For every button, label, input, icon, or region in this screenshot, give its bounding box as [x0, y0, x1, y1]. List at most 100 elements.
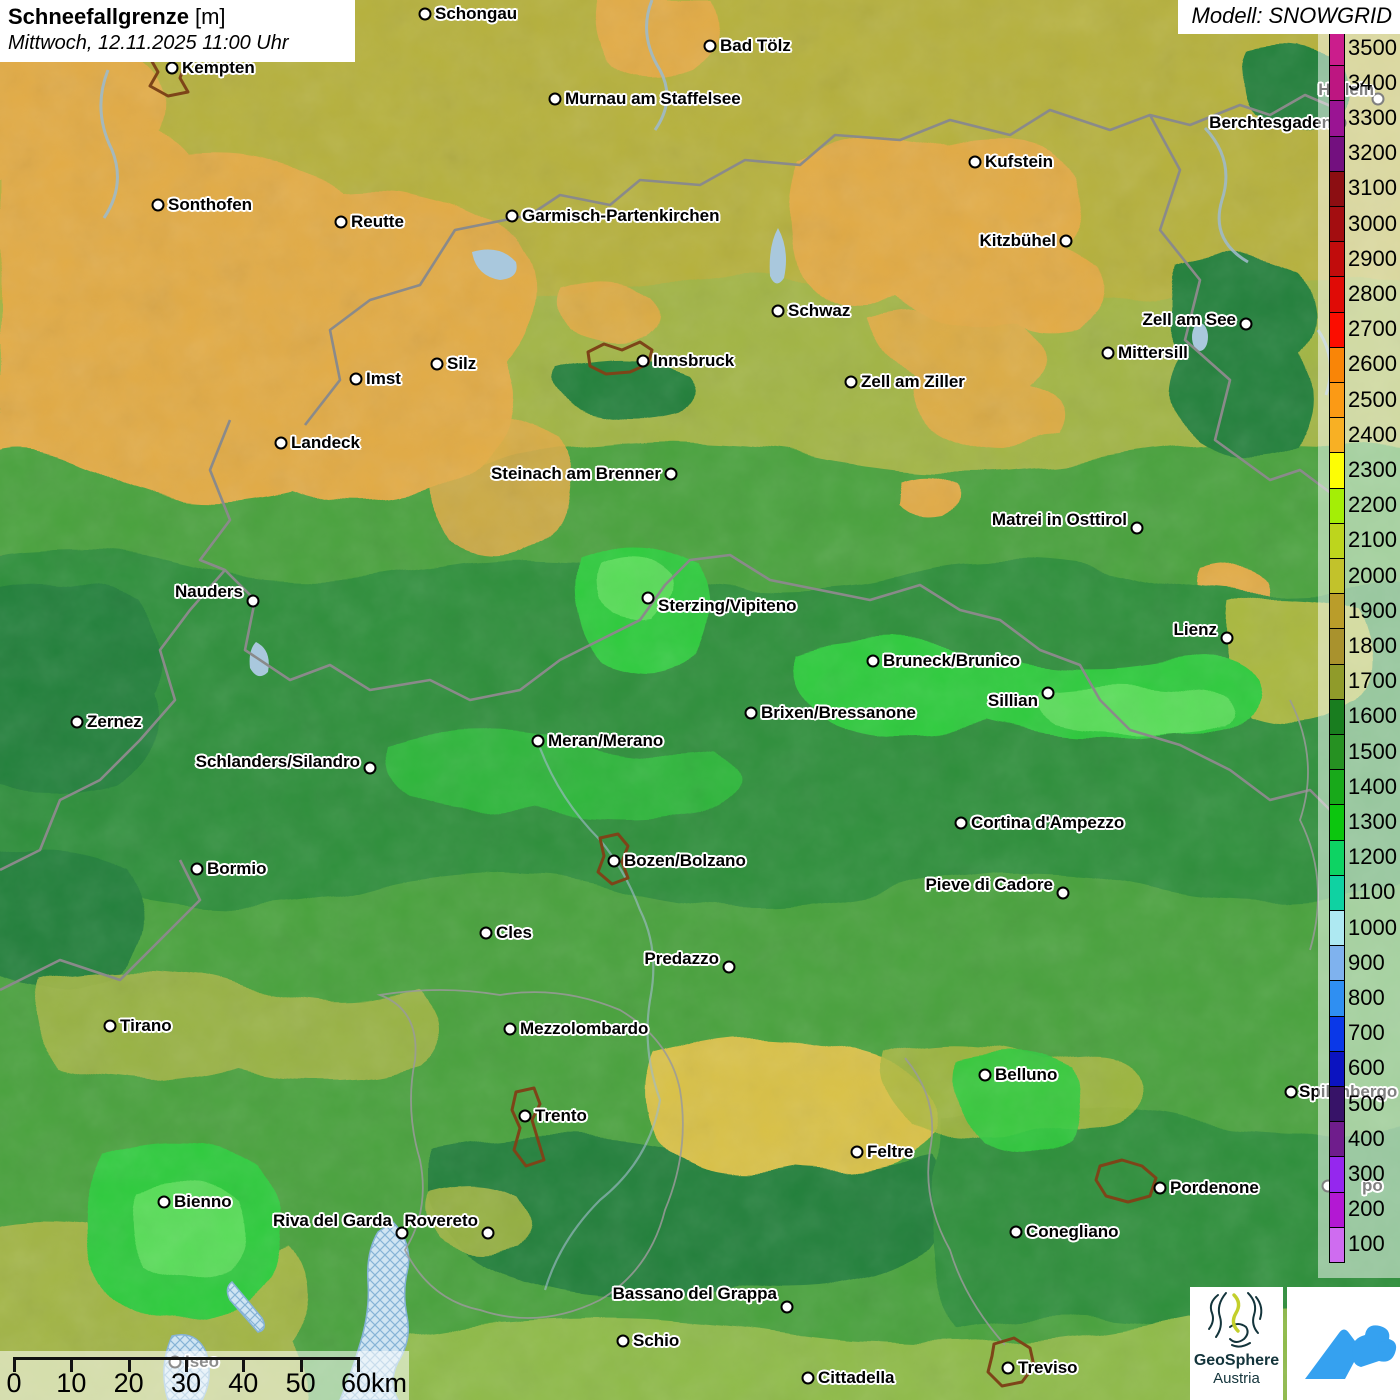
city-dot-rovereto: [481, 1226, 495, 1240]
city-markers-layer: Schongau Bad Tölz Kempten Murnau am Staffel…: [0, 0, 1400, 1400]
city-dot-trento: [518, 1109, 532, 1123]
city-label-garmisch-partenkirchen: Garmisch-Partenkirchen: [522, 206, 720, 225]
city-dot-zernez: [70, 715, 84, 729]
city-dot-zell-am-see: [1239, 317, 1253, 331]
legend-swatch: [1329, 206, 1345, 243]
city-dot-imst: [349, 372, 363, 386]
city-dot-bozen-bolzano: [607, 854, 621, 868]
city-dot-zell-am-ziller: [844, 375, 858, 389]
city-label-brixen-bressanone: Brixen/Bressanone: [761, 703, 916, 722]
city-label-imst: Imst: [366, 369, 401, 388]
city-dot-kufstein: [968, 155, 982, 169]
city-label-pieve-di-cadore: Pieve di Cadore: [925, 875, 1053, 894]
city-dot-feltre: [850, 1145, 864, 1159]
scalebar-label: 20: [113, 1368, 144, 1398]
legend-tick-label: 2200: [1348, 492, 1397, 518]
city-dot-sterzing-vipiteno: [641, 591, 655, 605]
city-label-steinach-am-brenner: Steinach am Brenner: [490, 464, 661, 483]
city-dot-schwaz: [771, 304, 785, 318]
legend-tick-label: 1400: [1348, 773, 1397, 799]
legend-tick-label: 1900: [1348, 597, 1397, 623]
city-dot-spilimbergo: [1284, 1085, 1298, 1099]
city-dot-mezzolombardo: [503, 1022, 517, 1036]
legend-swatch: [1329, 663, 1345, 700]
legend-tick-label: 3400: [1348, 69, 1397, 95]
legend-swatch: [1329, 769, 1345, 806]
city-label-feltre: Feltre: [867, 1142, 914, 1161]
city-label-pordenone: Pordenone: [1170, 1178, 1259, 1197]
city-dot-murnau-am-staffelsee: [548, 92, 562, 106]
city-dot-schongau: [418, 7, 432, 21]
city-label-riva-del-garda: Riva del Garda: [272, 1211, 392, 1230]
scalebar-label: 10: [56, 1368, 87, 1398]
city-label-belluno: Belluno: [995, 1065, 1058, 1084]
city-dot-treviso: [1001, 1361, 1015, 1375]
scalebar-label: 50: [285, 1368, 316, 1398]
geosphere-logo: GeoSphere Austria: [1190, 1287, 1283, 1400]
city-dot-sonthofen: [151, 198, 165, 212]
distance-scalebar: 0 10 20 30 40 50 60km: [0, 1351, 409, 1400]
legend-swatch: [1329, 628, 1345, 665]
city-label-nauders: Nauders: [174, 582, 243, 601]
weather-map-page: Schongau Bad Tölz Kempten Murnau am Staffel…: [0, 0, 1400, 1400]
mountain-cloud-icon: [1305, 1325, 1397, 1379]
city-dot-belluno: [978, 1068, 992, 1082]
legend-swatch: [1329, 276, 1345, 313]
legend-swatch: [1329, 804, 1345, 841]
city-dot-steinach-am-brenner: [664, 467, 678, 481]
legend-swatch: [1329, 382, 1345, 419]
legend-tick-label: 2300: [1348, 457, 1397, 482]
city-label-kufstein: Kufstein: [985, 152, 1053, 171]
scalebar-label: 40: [228, 1368, 259, 1398]
legend-tick-label: 2700: [1348, 316, 1397, 342]
page-title: Schneefallgrenze [m]: [8, 4, 226, 29]
legend-swatch: [1329, 1015, 1345, 1052]
legend-swatch: [1329, 698, 1345, 735]
city-label-rovereto: Rovereto: [404, 1211, 478, 1230]
legend-tick-label: 600: [1348, 1055, 1385, 1081]
legend-tick-label: 700: [1348, 1020, 1385, 1046]
legend-swatch: [1329, 945, 1345, 982]
city-dot-bad-t-lz: [703, 39, 717, 53]
legend-tick-label: 3200: [1348, 140, 1397, 166]
city-label-sterzing-vipiteno: Sterzing/Vipiteno: [658, 596, 797, 615]
city-label-innsbruck: Innsbruck: [653, 351, 735, 370]
title-box: Schneefallgrenze [m] Mittwoch, 12.11.2025…: [0, 0, 355, 62]
legend-tick-label: 2100: [1348, 527, 1397, 553]
city-dot-reutte: [334, 215, 348, 229]
legend-tick-label: 900: [1348, 949, 1385, 975]
legend-tick-label: 2400: [1348, 421, 1397, 447]
city-label-bruneck-brunico: Bruneck/Brunico: [883, 651, 1020, 670]
legend-tick-label: 1500: [1348, 738, 1397, 764]
legend-tick-label: 1100: [1348, 879, 1396, 905]
legend-tick-label: 2800: [1348, 281, 1397, 306]
city-label-berchtesgaden: Berchtesgaden: [1209, 113, 1332, 132]
city-label-zell-am-see: Zell am See: [1142, 310, 1236, 329]
legend-swatch: [1329, 593, 1345, 630]
city-dot-brixen-bressanone: [744, 706, 758, 720]
city-label-zernez: Zernez: [87, 712, 142, 731]
city-label-cortina-d-ampezzo: Cortina d'Ampezzo: [971, 813, 1125, 832]
city-label-schio: Schio: [633, 1331, 680, 1350]
city-dot-tirano: [103, 1019, 117, 1033]
legend-swatch: [1329, 839, 1345, 876]
city-label-bad-t-lz: Bad Tölz: [720, 36, 791, 55]
legend-swatch: [1329, 1050, 1345, 1087]
city-label-murnau-am-staffelsee: Murnau am Staffelsee: [565, 89, 741, 108]
city-dot-meran-merano: [531, 734, 545, 748]
city-label-sonthofen: Sonthofen: [168, 195, 253, 214]
city-dot-predazzo: [722, 960, 736, 974]
city-dot-schio: [616, 1334, 630, 1348]
city-dot-kitzb-hel: [1059, 234, 1073, 248]
city-label-predazzo: Predazzo: [644, 949, 719, 968]
legend-swatch: [1329, 522, 1345, 559]
legend-swatch: [1329, 452, 1345, 489]
legend-swatch: [1329, 734, 1345, 771]
legend-swatch: [1329, 135, 1345, 172]
scalebar-label: 60km: [340, 1368, 407, 1398]
legend-swatch: [1329, 1121, 1345, 1158]
scalebar-label: 0: [6, 1368, 22, 1398]
city-dot-matrei-in-osttirol: [1130, 521, 1144, 535]
city-label-trento: Trento: [535, 1106, 587, 1125]
city-label-matrei-in-osttirol: Matrei in Osttirol: [991, 510, 1127, 529]
